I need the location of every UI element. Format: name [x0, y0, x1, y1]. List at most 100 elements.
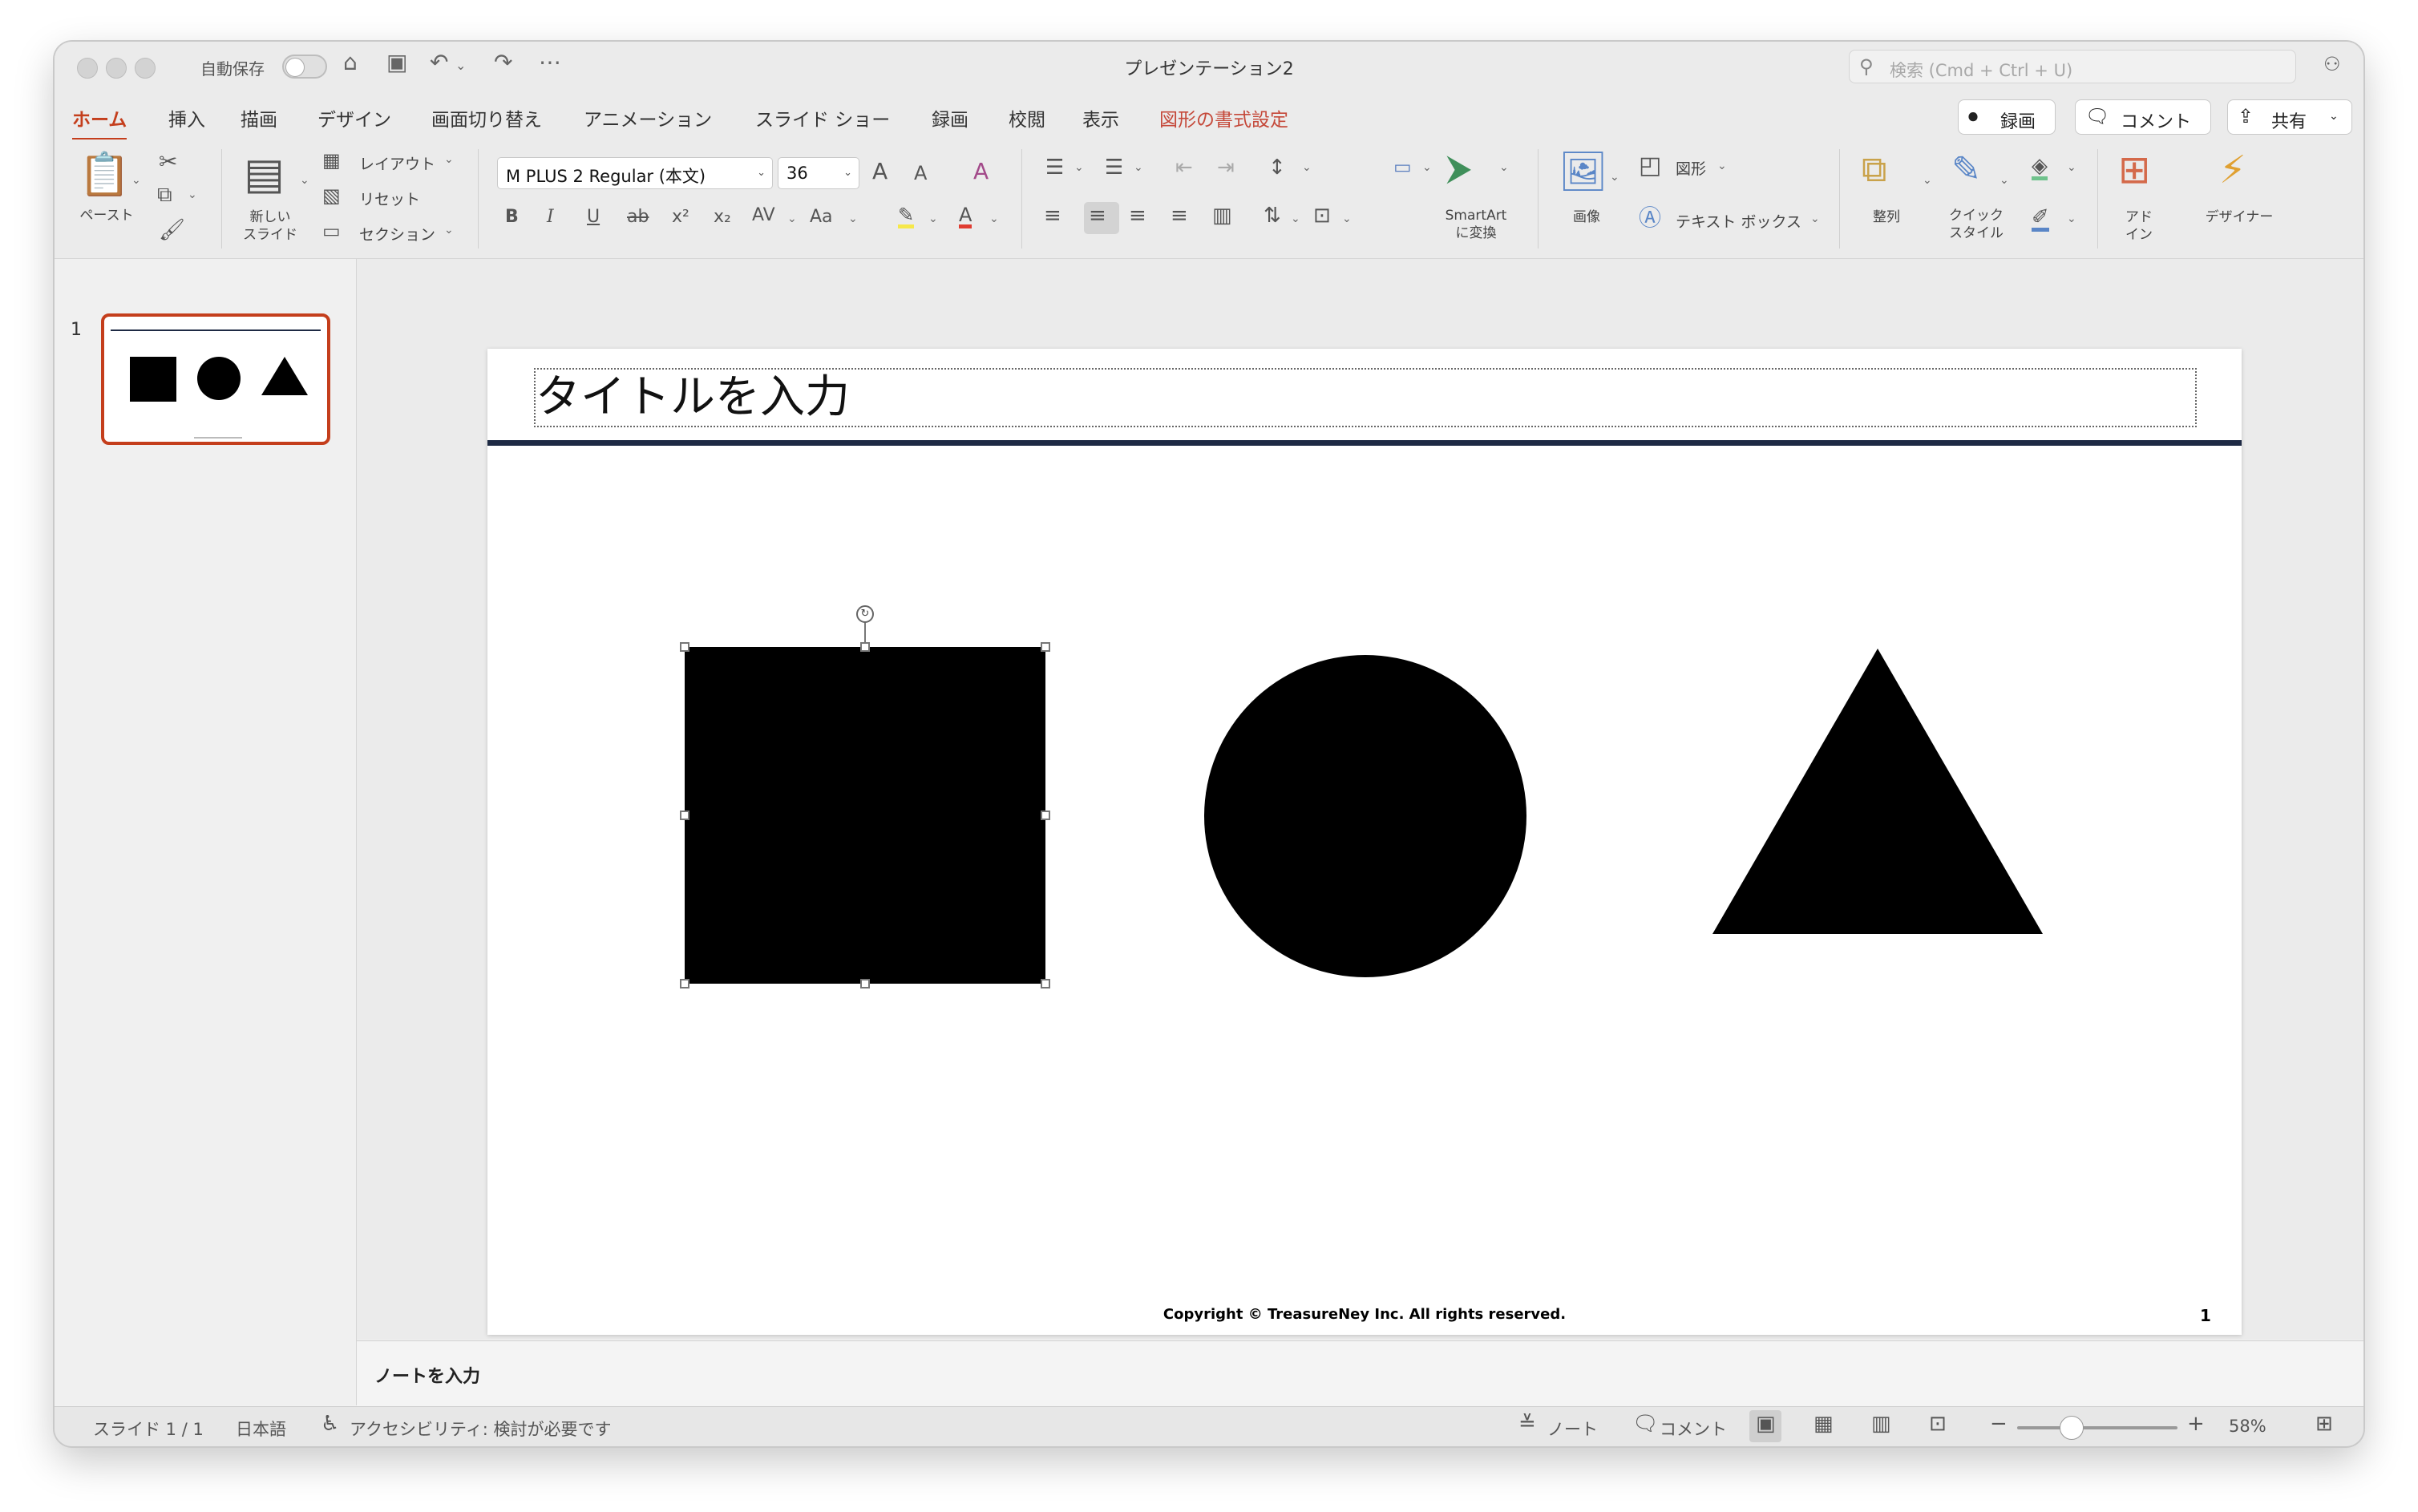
line-spacing-icon[interactable]: ↕	[1268, 157, 1286, 178]
textbox-icon[interactable]: Ⓐ	[1639, 207, 1661, 229]
columns-dropdown-icon[interactable]: ⌄	[1422, 162, 1432, 173]
rotation-handle[interactable]: ↻	[856, 605, 874, 623]
triangle-shape[interactable]	[1712, 649, 2043, 934]
distributed-icon[interactable]: ▥	[1212, 205, 1232, 226]
tab-record[interactable]: 録画	[932, 104, 968, 131]
section-dropdown-icon[interactable]: ⌄	[444, 224, 454, 236]
cut-icon[interactable]: ✂	[159, 151, 177, 173]
clear-formatting-icon[interactable]: A	[973, 160, 989, 183]
decrease-font-size-icon[interactable]: A	[914, 164, 927, 183]
new-slide-icon[interactable]: ▤	[244, 152, 285, 196]
tab-home[interactable]: ホーム	[72, 104, 127, 141]
shape-outline-dropdown-icon[interactable]: ⌄	[2067, 213, 2076, 224]
accessibility-status[interactable]: アクセシビリティ: 検討が必要です	[350, 1417, 611, 1441]
fit-to-window-icon[interactable]: ⊞	[2315, 1413, 2333, 1434]
numbering-dropdown-icon[interactable]: ⌄	[1134, 162, 1143, 173]
normal-view-icon[interactable]: ▣	[1756, 1413, 1776, 1434]
justify-icon[interactable]: ≡	[1171, 205, 1188, 226]
slide-canvas[interactable]: タイトルを入力 ↻ Copyright © TreasureNey Inc. A…	[487, 349, 2242, 1335]
image-dropdown-icon[interactable]: ⌄	[1610, 172, 1619, 183]
shapes-button[interactable]: 図形	[1676, 157, 1706, 179]
zoom-in-icon[interactable]: +	[2187, 1413, 2205, 1434]
font-name-select[interactable]: M PLUS 2 Regular (本文) ⌄	[497, 157, 773, 189]
bold-icon[interactable]: B	[505, 208, 519, 226]
circle-shape[interactable]	[1204, 655, 1526, 977]
copy-dropdown-icon[interactable]: ⌄	[188, 189, 197, 200]
textbox-dropdown-icon[interactable]: ⌄	[1810, 213, 1820, 224]
resize-handle-top[interactable]	[860, 642, 870, 652]
highlight-color-icon[interactable]: ✎	[898, 205, 915, 228]
change-case-dropdown-icon[interactable]: ⌄	[848, 213, 858, 224]
zoom-level[interactable]: 58%	[2229, 1417, 2266, 1436]
slide-sorter-icon[interactable]: ▦	[1814, 1413, 1834, 1434]
accessibility-icon[interactable]: ♿	[321, 1413, 339, 1434]
layout-button[interactable]: レイアウト	[359, 152, 435, 174]
paste-dropdown-icon[interactable]: ⌄	[131, 175, 141, 186]
increase-font-size-icon[interactable]: A	[872, 160, 888, 183]
section-icon[interactable]: ▭	[322, 221, 341, 241]
notes-pane[interactable]: ノートを入力	[357, 1340, 2363, 1407]
layout-icon[interactable]: ▦	[322, 151, 341, 170]
shape-outline-icon[interactable]: ✐	[2032, 207, 2049, 232]
font-color-icon[interactable]: A	[959, 205, 972, 228]
align-text-dropdown-icon[interactable]: ⌄	[1342, 213, 1352, 224]
shape-fill-icon[interactable]: ◈	[2032, 156, 2048, 180]
strikethrough-icon[interactable]: ab	[627, 208, 649, 226]
resize-handle-bottom-left[interactable]	[680, 979, 689, 988]
addins-icon[interactable]: ⊞	[2118, 151, 2150, 189]
comments-icon[interactable]: 🗨	[1632, 1413, 1659, 1434]
copy-icon[interactable]: ⧉	[157, 184, 172, 205]
tab-review[interactable]: 校閲	[1009, 104, 1045, 131]
resize-handle-bottom[interactable]	[860, 979, 870, 988]
smartart-icon[interactable]: ⮞	[1446, 151, 1472, 186]
superscript-icon[interactable]: x²	[672, 208, 689, 226]
slide-thumbnail[interactable]	[101, 313, 330, 445]
shapes-dropdown-icon[interactable]: ⌄	[1717, 160, 1727, 172]
comment-button[interactable]: 🗨 コメント	[2075, 99, 2211, 135]
reset-button[interactable]: リセット	[359, 188, 420, 209]
reading-view-icon[interactable]: ▥	[1871, 1413, 1891, 1434]
quick-style-icon[interactable]: ✎	[1951, 152, 1981, 188]
smartart-dropdown-icon[interactable]: ⌄	[1499, 162, 1509, 173]
square-shape[interactable]	[685, 647, 1045, 984]
tab-transitions[interactable]: 画面切り替え	[431, 104, 542, 131]
tab-design[interactable]: デザイン	[317, 104, 391, 131]
tab-insert[interactable]: 挿入	[168, 104, 205, 131]
notes-toggle[interactable]: ノート	[1547, 1417, 1598, 1441]
tab-shape-format[interactable]: 図形の書式設定	[1159, 104, 1288, 131]
columns-icon[interactable]: ▭	[1393, 157, 1412, 176]
quick-style-dropdown-icon[interactable]: ⌄	[2000, 175, 2009, 186]
textbox-button[interactable]: テキスト ボックス	[1676, 210, 1801, 232]
font-size-select[interactable]: 36 ⌄	[778, 157, 859, 189]
shapes-icon[interactable]: ◰	[1639, 154, 1661, 178]
format-painter-icon[interactable]: 🖌	[159, 220, 185, 241]
align-center-icon[interactable]: ≡	[1089, 205, 1106, 226]
search-input[interactable]: ⚲ 検索 (Cmd + Ctrl + U)	[1849, 50, 2296, 83]
decrease-indent-icon[interactable]: ⇤	[1175, 157, 1193, 178]
comments-toggle[interactable]: コメント	[1660, 1417, 1727, 1441]
image-icon[interactable]: 🖼	[1559, 152, 1607, 191]
share-button[interactable]: ⇪ 共有 ⌄	[2227, 99, 2352, 135]
arrange-icon[interactable]: ⧉	[1862, 152, 1886, 188]
numbering-icon[interactable]: ☰	[1105, 157, 1123, 178]
align-right-icon[interactable]: ≡	[1129, 205, 1146, 226]
tab-slideshow[interactable]: スライド ショー	[755, 104, 890, 131]
bullets-dropdown-icon[interactable]: ⌄	[1074, 162, 1084, 173]
character-spacing-dropdown-icon[interactable]: ⌄	[787, 213, 797, 224]
paste-icon[interactable]: 📋	[79, 154, 131, 196]
resize-handle-right[interactable]	[1041, 811, 1050, 820]
subscript-icon[interactable]: x₂	[714, 208, 731, 226]
zoom-slider-track[interactable]	[2017, 1426, 2177, 1429]
change-case-icon[interactable]: Aa	[810, 208, 833, 226]
slideshow-view-icon[interactable]: ⊡	[1929, 1413, 1947, 1434]
italic-icon[interactable]: I	[547, 208, 554, 226]
bullets-icon[interactable]: ☰	[1045, 157, 1064, 178]
align-text-icon[interactable]: ⊡	[1313, 205, 1331, 226]
language-indicator[interactable]: 日本語	[236, 1417, 286, 1441]
resize-handle-left[interactable]	[680, 811, 689, 820]
zoom-out-icon[interactable]: −	[1990, 1413, 2008, 1434]
font-color-dropdown-icon[interactable]: ⌄	[989, 213, 999, 224]
record-button[interactable]: ⏺ 録画	[1958, 99, 2056, 135]
layout-dropdown-icon[interactable]: ⌄	[444, 154, 454, 165]
tab-view[interactable]: 表示	[1082, 104, 1119, 131]
